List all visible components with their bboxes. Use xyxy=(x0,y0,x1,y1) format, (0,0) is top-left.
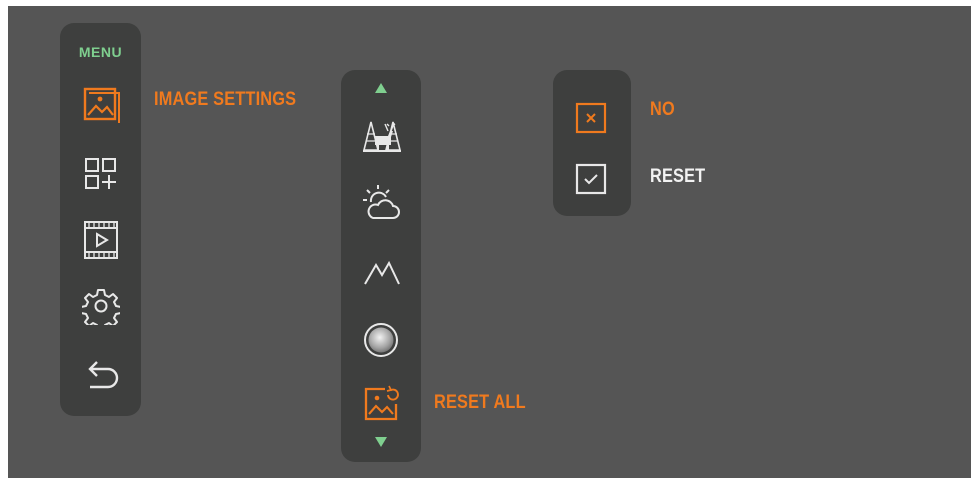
triangle-down-icon[interactable] xyxy=(375,437,387,447)
back-arrow-icon[interactable] xyxy=(82,359,122,395)
menu-title: MENU xyxy=(78,44,123,60)
no-option-label[interactable]: NO xyxy=(650,99,675,121)
image-settings-panel xyxy=(341,70,421,462)
weather-icon[interactable] xyxy=(361,182,403,224)
screen: MENU IMAGE SETTINGS RESET ALL NO RESET xyxy=(8,6,971,478)
gray-circle-icon[interactable] xyxy=(363,322,399,358)
image-icon[interactable] xyxy=(80,85,122,127)
forest-deer-icon[interactable] xyxy=(361,114,403,156)
reset-confirm-panel xyxy=(553,70,631,216)
video-icon[interactable] xyxy=(81,219,121,261)
triangle-up-icon[interactable] xyxy=(375,83,387,93)
check-box-icon[interactable] xyxy=(574,162,608,196)
reset-image-icon[interactable] xyxy=(361,384,403,426)
reset-option-label[interactable]: RESET xyxy=(650,166,705,188)
add-widget-icon[interactable] xyxy=(82,155,120,195)
image-settings-label: IMAGE SETTINGS xyxy=(154,89,297,110)
x-box-icon[interactable] xyxy=(574,101,608,135)
main-menu-panel: MENU xyxy=(60,23,141,416)
reset-all-label: RESET ALL xyxy=(434,392,526,413)
gear-icon[interactable] xyxy=(82,287,120,325)
mountain-icon[interactable] xyxy=(361,258,403,288)
